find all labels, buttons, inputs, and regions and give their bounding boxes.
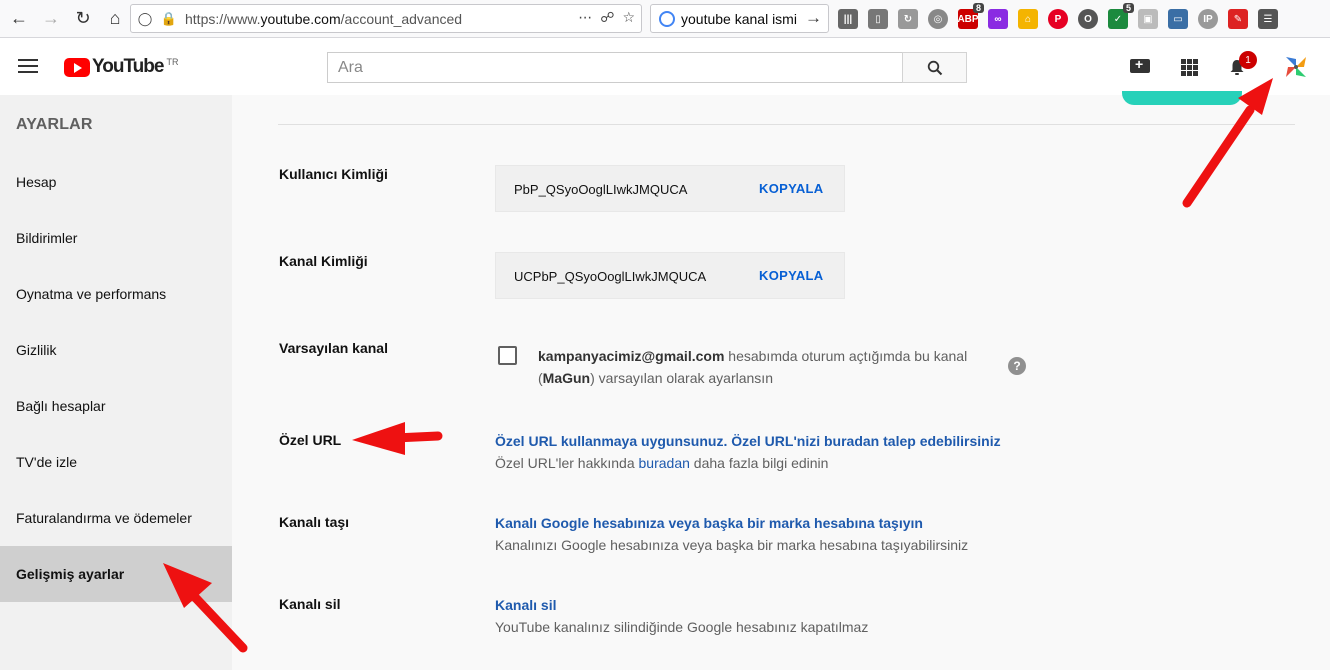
channel-id-box: UCPbP_QSyoOoglLIwkJMQUCA KOPYALA [495, 252, 845, 299]
pocket-icon[interactable]: ☍ [600, 9, 614, 26]
create-video-icon[interactable] [1130, 56, 1150, 73]
link-icon[interactable]: ∞ [988, 9, 1008, 29]
sidebar-item-playback[interactable]: Oynatma ve performans [0, 266, 232, 322]
sidebar-heading: AYARLAR [16, 116, 93, 133]
monitor-icon[interactable]: ▭ [1168, 9, 1188, 29]
adblock-icon[interactable]: ABP 8 [957, 3, 984, 29]
sidebar-icon[interactable]: ▯ [868, 9, 888, 29]
sidebar-item-tv[interactable]: TV'de izle [0, 434, 232, 490]
tool-icon[interactable]: ☰ [1258, 9, 1278, 29]
pinterest-icon[interactable]: P [1048, 9, 1068, 29]
decorative-banner [1122, 91, 1242, 105]
sidebar-item-notifications[interactable]: Bildirimler [0, 210, 232, 266]
custom-url-learn-more-link[interactable]: buradan [639, 455, 690, 471]
user-id-label: Kullanıcı Kimliği [279, 166, 388, 182]
youtube-play-icon [64, 57, 90, 77]
delete-channel-description: YouTube kanalınız silindiğinde Google he… [495, 619, 869, 635]
channel-id-label: Kanal Kimliği [279, 253, 368, 269]
browser-search-box[interactable]: youtube kanal ismi → [650, 4, 829, 33]
search-go-icon[interactable]: → [805, 8, 822, 28]
delete-channel-label: Kanalı sil [279, 596, 341, 612]
opera-icon[interactable]: O [1078, 9, 1098, 29]
youtube-logo[interactable]: YouTube TR [64, 56, 178, 78]
move-channel-label: Kanalı taşı [279, 514, 350, 530]
default-channel-checkbox[interactable] [498, 346, 517, 365]
move-channel-link[interactable]: Kanalı Google hesabınıza veya başka bir … [495, 515, 923, 531]
search-button[interactable] [902, 52, 967, 83]
menu-icon[interactable] [18, 59, 38, 73]
divider [278, 124, 1295, 125]
settings-sidebar: AYARLAR Hesap Bildirimler Oynatma ve per… [0, 95, 232, 670]
pdf-icon[interactable]: ✎ [1228, 9, 1248, 29]
custom-url-label: Özel URL [279, 432, 342, 448]
default-channel-label: Varsayılan kanal [279, 340, 388, 356]
user-id-box: PbP_QSyoOoglLIwkJMQUCA KOPYALA [495, 165, 845, 212]
star-icon[interactable]: ☆ [622, 9, 635, 26]
sidebar-item-connected-apps[interactable]: Bağlı hesaplar [0, 378, 232, 434]
url-text: https://www.youtube.com/account_advanced [185, 10, 463, 27]
url-bar[interactable]: ◯ 🔒 https://www.youtube.com/account_adva… [130, 4, 642, 33]
browser-toolbar: ← → ↻ ⌂ ◯ 🔒 https://www.youtube.com/acco… [0, 0, 1330, 38]
extension-toolbar: ||| ▯ ↻ ◎ ABP 8 ∞ ⌂ P O ✓ 5 ▣ ▭ IP ✎ ☰ [838, 3, 1278, 32]
sidebar-item-privacy[interactable]: Gizlilik [0, 322, 232, 378]
browser-search-text: youtube kanal ismi [681, 10, 797, 27]
google-icon [659, 10, 675, 27]
sidebar-item-advanced[interactable]: Gelişmiş ayarlar [0, 546, 232, 602]
library-icon[interactable]: ||| [838, 9, 858, 29]
move-channel-description: Kanalınızı Google hesabınıza veya başka … [495, 537, 969, 553]
copy-channel-id-button[interactable]: KOPYALA [759, 268, 823, 283]
house-ext-icon[interactable]: ⌂ [1018, 9, 1038, 29]
advanced-settings-panel: Kullanıcı Kimliği PbP_QSyoOoglLIwkJMQUCA… [232, 91, 1330, 670]
apps-icon[interactable] [1181, 59, 1198, 76]
delete-channel-link[interactable]: Kanalı sil [495, 597, 556, 613]
search-icon [927, 60, 942, 75]
reload-icon[interactable]: ↻ [70, 6, 96, 32]
channel-id-value[interactable]: UCPbP_QSyoOoglLIwkJMQUCA [514, 269, 706, 284]
forward-icon[interactable]: → [38, 6, 64, 32]
custom-url-link[interactable]: Özel URL kullanmaya uygunsunuz. Özel URL… [495, 433, 1001, 449]
sidebar-item-billing[interactable]: Faturalandırma ve ödemeler [0, 490, 232, 546]
globe-icon[interactable]: ◎ [928, 9, 948, 29]
sidebar-item-account[interactable]: Hesap [0, 154, 232, 210]
home-icon[interactable]: ⌂ [102, 6, 128, 32]
ip-icon[interactable]: IP [1198, 9, 1218, 29]
help-icon[interactable]: ? [1008, 357, 1026, 375]
notification-badge: 1 [1239, 51, 1257, 69]
page-actions-icon[interactable]: ⋯ [578, 9, 592, 26]
back-icon[interactable]: ← [6, 6, 32, 32]
lock-icon[interactable]: 🔒 [159, 11, 179, 27]
shield-ext-icon[interactable]: ✓ 5 [1108, 3, 1134, 29]
avatar[interactable] [1282, 53, 1310, 81]
custom-url-description: Özel URL'ler hakkında buradan daha fazla… [495, 455, 829, 471]
screenshot-icon[interactable]: ▣ [1138, 9, 1158, 29]
shield-icon[interactable]: ◯ [135, 11, 155, 27]
default-channel-text: kampanyacimiz@gmail.com hesabımda oturum… [538, 348, 968, 386]
sync-icon[interactable]: ↻ [898, 9, 918, 29]
copy-user-id-button[interactable]: KOPYALA [759, 181, 823, 196]
user-id-value[interactable]: PbP_QSyoOoglLIwkJMQUCA [514, 182, 687, 197]
search-input[interactable]: Ara [327, 52, 903, 83]
